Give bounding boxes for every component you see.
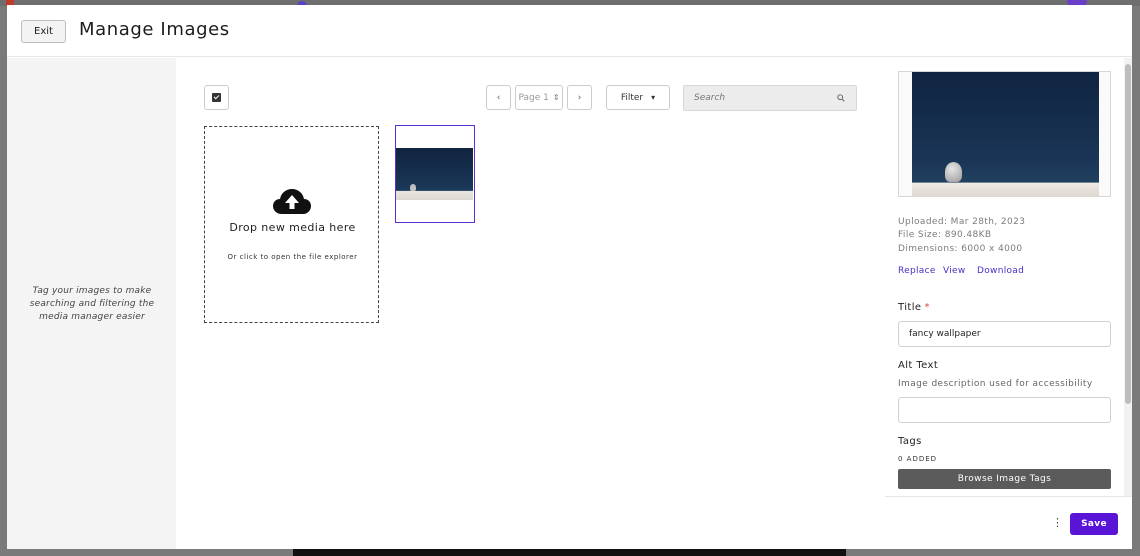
cloud-upload-icon	[273, 189, 311, 214]
tags-label: Tags	[898, 436, 922, 447]
exit-button[interactable]: Exit	[21, 20, 66, 43]
page-select[interactable]: Page 1 ⇕	[515, 85, 563, 110]
dropzone-subtitle: Or click to open the file explorer	[227, 253, 358, 261]
page-select-label: Page 1	[518, 92, 549, 103]
chevron-right-icon: ›	[577, 92, 582, 103]
thumbnail-moon-shape	[410, 184, 416, 191]
image-dimensions: Dimensions: 6000 x 4000	[898, 244, 1023, 254]
dropzone-title: Drop new media here	[229, 221, 356, 234]
alt-text-label: Alt Text	[898, 360, 939, 371]
tags-count: 0 ADDED	[898, 455, 938, 463]
image-preview	[898, 71, 1111, 197]
modal-title: Manage Images	[79, 19, 230, 40]
title-field-label: Title *	[898, 302, 930, 313]
background-strip	[293, 549, 846, 556]
checkbox-icon	[212, 93, 221, 102]
next-page-button[interactable]: ›	[567, 85, 592, 110]
download-link[interactable]: Download	[977, 266, 1024, 276]
file-size: File Size: 890.48KB	[898, 230, 992, 240]
chevron-down-icon: ▾	[651, 93, 656, 102]
alt-text-input[interactable]	[898, 397, 1111, 423]
save-button[interactable]: Save	[1070, 513, 1118, 535]
view-link[interactable]: View	[943, 266, 966, 276]
search-box	[683, 85, 857, 111]
search-input[interactable]	[684, 86, 834, 110]
required-asterisk: *	[924, 302, 930, 313]
title-label-text: Title	[898, 302, 922, 313]
chevron-left-icon: ‹	[496, 92, 501, 103]
details-scrollbar[interactable]	[1124, 58, 1132, 496]
preview-image	[912, 72, 1099, 197]
more-options-icon[interactable]: ⋮	[1052, 516, 1063, 530]
scrollbar-thumb[interactable]	[1125, 64, 1131, 404]
filter-label: Filter	[620, 92, 644, 103]
thumbnail-image	[396, 148, 473, 200]
preview-moon-shape	[945, 162, 962, 182]
media-thumbnail-selected[interactable]	[395, 125, 475, 223]
search-icon[interactable]	[837, 94, 845, 102]
tagging-hint: Tag your images to make searching and fi…	[29, 286, 155, 322]
image-details-panel: Uploaded: Mar 28th, 2023 File Size: 890.…	[885, 58, 1124, 496]
left-panel: Tag your images to make searching and fi…	[7, 58, 176, 549]
alt-text-help: Image description used for accessibility	[898, 379, 1093, 389]
filter-dropdown[interactable]: Filter ▾	[606, 85, 670, 110]
upload-dropzone[interactable]: Drop new media here Or click to open the…	[204, 126, 379, 323]
title-input[interactable]	[898, 321, 1111, 347]
browse-tags-button[interactable]: Browse Image Tags	[898, 469, 1111, 489]
manage-images-modal: Exit Manage Images Tag your images to ma…	[7, 5, 1132, 549]
upload-date: Uploaded: Mar 28th, 2023	[898, 217, 1026, 227]
replace-link[interactable]: Replace	[898, 266, 936, 276]
modal-footer: ⋮ Save	[885, 496, 1132, 549]
prev-page-button[interactable]: ‹	[486, 85, 511, 110]
modal-header: Exit Manage Images	[7, 5, 1132, 57]
select-all-checkbox[interactable]	[204, 85, 229, 110]
media-grid-area: ‹ Page 1 ⇕ › Filter ▾ Drop new media her	[176, 58, 885, 549]
sort-arrows-icon: ⇕	[552, 93, 560, 102]
